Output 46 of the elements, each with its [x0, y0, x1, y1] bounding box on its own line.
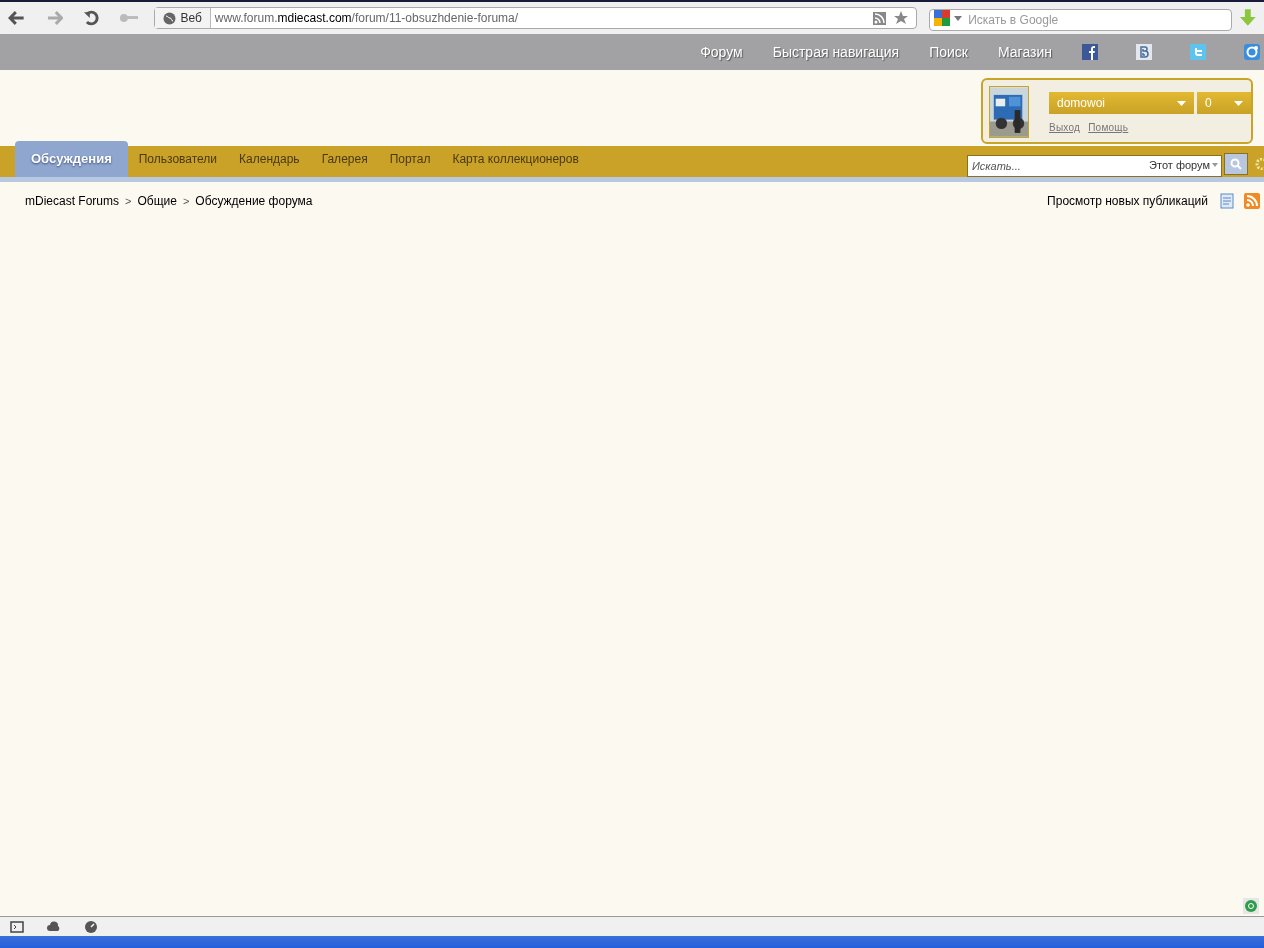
- breadcrumb-link[interactable]: Общие: [137, 192, 177, 210]
- nav-tab[interactable]: Карта коллекционеров: [441, 141, 590, 177]
- breadcrumb-link[interactable]: Обсуждение форума: [195, 192, 313, 210]
- shield-icon[interactable]: [1243, 898, 1259, 914]
- star-icon[interactable]: [894, 11, 909, 25]
- user-link[interactable]: Помощь: [1088, 120, 1129, 135]
- nav-tab[interactable]: Портал: [378, 141, 442, 177]
- rss-icon[interactable]: [1244, 193, 1260, 209]
- forward-icon[interactable]: [45, 11, 64, 25]
- share-icon[interactable]: [1244, 44, 1260, 60]
- reload-icon[interactable]: [83, 10, 99, 26]
- new-content-link[interactable]: Просмотр новых публикаций: [1047, 192, 1208, 210]
- caret-icon: [1177, 100, 1186, 106]
- settings-icon[interactable]: [1254, 157, 1264, 170]
- google-logo-icon: [934, 10, 951, 26]
- vk-icon[interactable]: [1136, 44, 1152, 60]
- speedometer-icon[interactable]: [84, 919, 98, 934]
- console-icon[interactable]: [10, 920, 24, 933]
- back-icon[interactable]: [8, 11, 26, 25]
- url-text: www.forum.mdiecast.com/forum/11-obsuzhdenie-foruma/: [214, 10, 519, 27]
- search-scope-dropdown[interactable]: Этот форум: [1149, 156, 1210, 173]
- nav-tab[interactable]: Календарь: [228, 141, 311, 177]
- search-icon: [1230, 157, 1242, 170]
- dropdown-caret-icon[interactable]: [954, 16, 963, 21]
- top-nav-link[interactable]: Быстрая навигация: [772, 41, 900, 63]
- search-field[interactable]: Искать в Google: [929, 9, 1233, 31]
- feed-icon[interactable]: [873, 11, 887, 25]
- top-nav-link[interactable]: Магазин: [998, 41, 1052, 63]
- breadcrumb-separator: >: [125, 193, 132, 209]
- search-button[interactable]: [1224, 152, 1248, 175]
- breadcrumb-link[interactable]: mDiecast Forums: [25, 192, 119, 210]
- facebook-icon[interactable]: [1082, 44, 1098, 60]
- identity-label: Веб: [180, 10, 202, 27]
- bird-icon[interactable]: [1190, 44, 1206, 60]
- caret-icon: [1212, 162, 1218, 167]
- caret-icon: [1234, 100, 1243, 106]
- user-link[interactable]: Выход: [1049, 120, 1081, 135]
- breadcrumb-separator: >: [182, 193, 190, 209]
- nav-tab[interactable]: Галерея: [310, 141, 379, 177]
- cloud-icon[interactable]: [46, 921, 62, 932]
- address-bar[interactable]: Веб www.forum.mdiecast.com/forum/11-obsuzhdenie-foruma/: [154, 7, 918, 29]
- nav-tab[interactable]: Пользователи: [127, 141, 229, 177]
- download-icon[interactable]: [1240, 9, 1256, 27]
- nav-tab[interactable]: Обсуждения: [15, 141, 128, 177]
- top-nav-link[interactable]: Поиск: [929, 41, 968, 63]
- top-nav-link[interactable]: Форум: [700, 41, 743, 63]
